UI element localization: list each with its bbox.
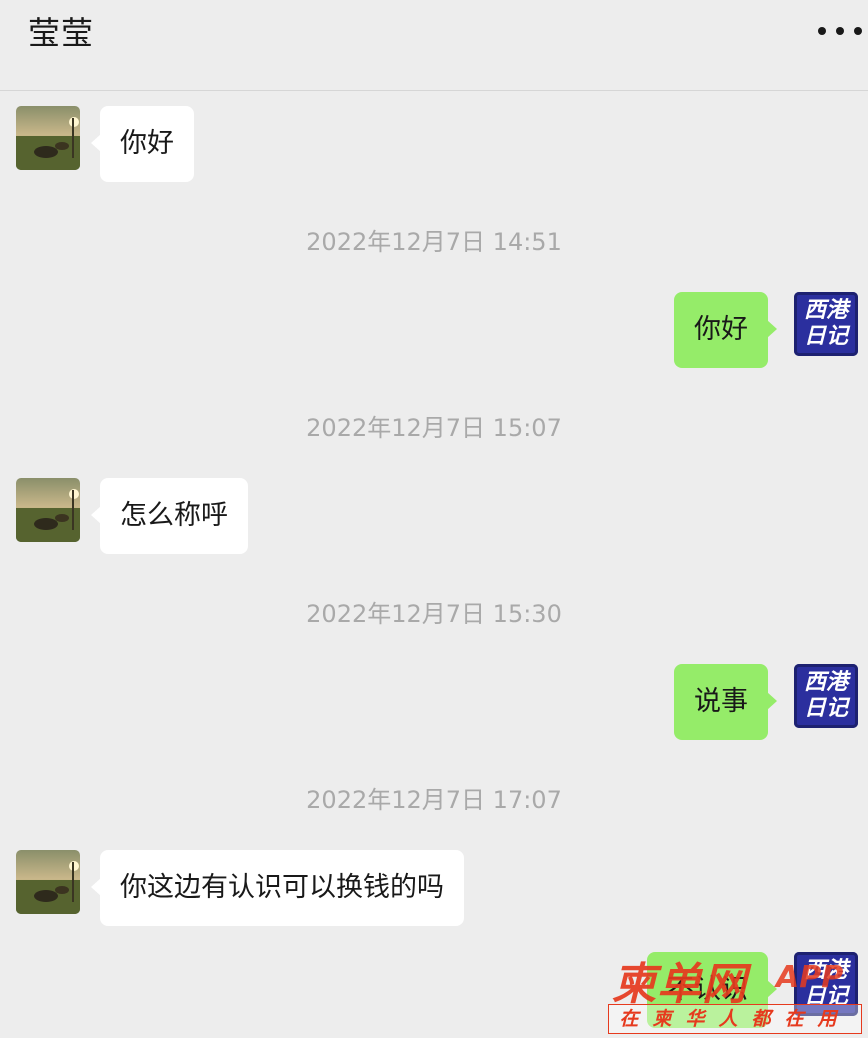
message-timestamp: 2022年12月7日 17:07 — [306, 786, 562, 814]
contact-avatar[interactable] — [16, 850, 80, 914]
avatar-text-line1: 西港 — [803, 298, 848, 323]
contact-avatar[interactable] — [16, 478, 80, 542]
avatar-text-line1: 西港 — [803, 958, 848, 983]
contact-avatar[interactable] — [16, 106, 80, 170]
chat-header: 莹莹 — [0, 0, 868, 91]
message-timestamp: 2022年12月7日 15:07 — [306, 414, 562, 442]
chat-title: 莹莹 — [28, 14, 95, 52]
message-timestamp: 2022年12月7日 14:51 — [306, 228, 562, 256]
more-dots-icon[interactable] — [818, 18, 862, 44]
message-bubble-sent[interactable]: 你好 — [674, 292, 777, 368]
message-bubble-received[interactable]: 你这边有认识可以换钱的吗 — [91, 850, 464, 926]
message-bubble-sent[interactable]: 说事 — [674, 664, 777, 740]
message-timestamp: 2022年12月7日 15:30 — [306, 600, 562, 628]
avatar-text-line2: 日记 — [803, 324, 848, 349]
message-bubble-sent[interactable]: 不认识 — [647, 952, 777, 1028]
self-avatar[interactable]: 西港 日记 — [794, 292, 858, 356]
avatar-text-line2: 日记 — [803, 984, 848, 1009]
chat-window: 莹莹 你好 2022年12月7日 14:51 你好 西港 日记 2022年12月… — [0, 0, 868, 1038]
avatar-text-line1: 西港 — [803, 670, 848, 695]
self-avatar[interactable]: 西港 日记 — [794, 664, 858, 728]
message-bubble-received[interactable]: 你好 — [91, 106, 194, 182]
message-bubble-received[interactable]: 怎么称呼 — [91, 478, 248, 554]
avatar-text-line2: 日记 — [803, 696, 848, 721]
self-avatar[interactable]: 西港 日记 — [794, 952, 858, 1016]
